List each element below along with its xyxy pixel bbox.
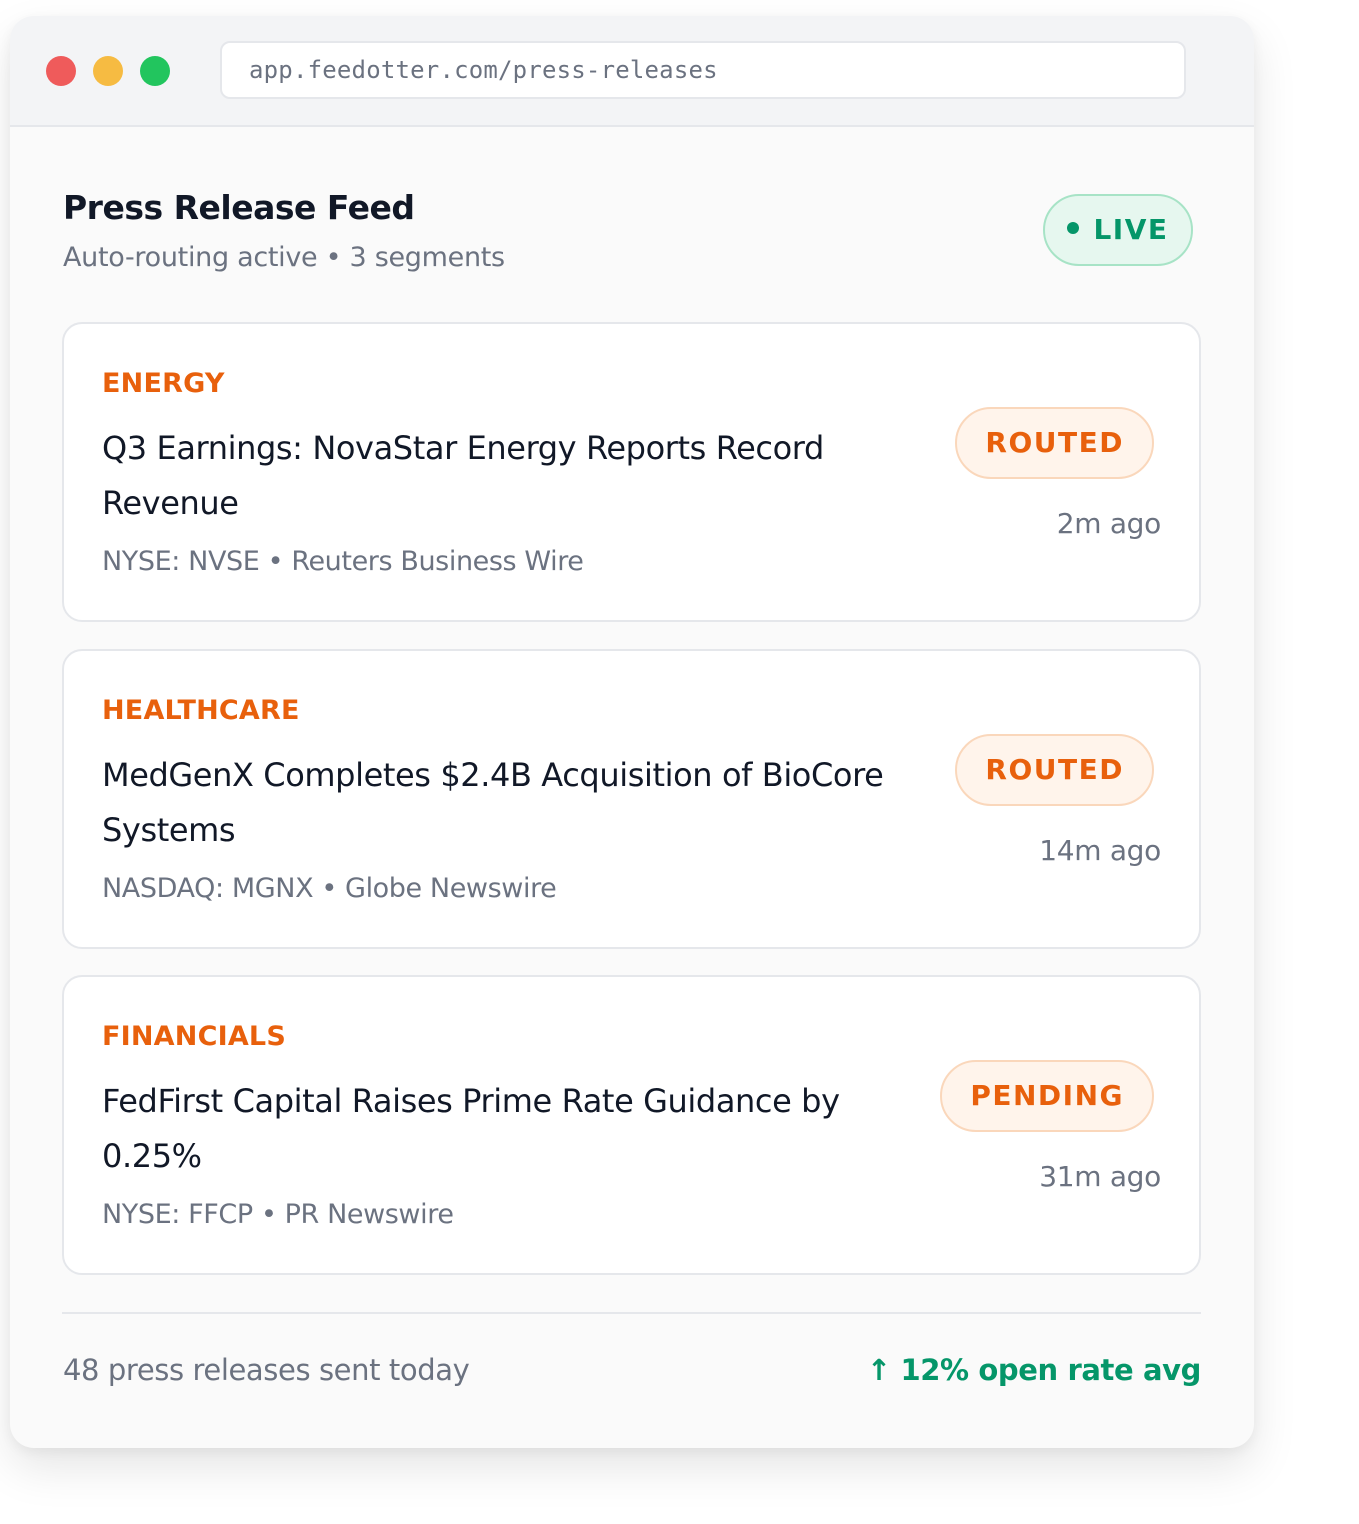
release-card[interactable]: FINANCIALS FedFirst Capital Raises Prime… (62, 975, 1201, 1275)
release-card[interactable]: ENERGY Q3 Earnings: NovaStar Energy Repo… (62, 322, 1201, 622)
browser-titlebar: app.feedotter.com/press-releases (10, 16, 1254, 127)
status-badge: PENDING (940, 1060, 1154, 1132)
release-headline[interactable]: MedGenX Completes $2.4B Acquisition of B… (102, 748, 922, 858)
sent-today-count: 48 press releases sent today (63, 1353, 470, 1387)
release-time: 14m ago (1039, 834, 1161, 867)
release-headline[interactable]: FedFirst Capital Raises Prime Rate Guida… (102, 1074, 922, 1184)
address-bar[interactable]: app.feedotter.com/press-releases (220, 41, 1186, 99)
page-title: Press Release Feed (63, 188, 415, 227)
release-meta: NYSE: FFCP • PR Newswire (102, 1199, 454, 1230)
live-dot-icon (1067, 222, 1080, 234)
open-rate-stat: ↑ 12% open rate avg (866, 1353, 1202, 1387)
release-card[interactable]: HEALTHCARE MedGenX Completes $2.4B Acqui… (62, 649, 1201, 949)
close-window-button[interactable] (46, 56, 76, 86)
release-time: 2m ago (1056, 507, 1162, 540)
page-subtitle: Auto-routing active • 3 segments (63, 242, 505, 273)
release-meta: NYSE: NVSE • Reuters Business Wire (102, 546, 584, 577)
footer-divider (62, 1312, 1201, 1314)
live-status-badge: LIVE (1043, 194, 1193, 266)
release-category: HEALTHCARE (102, 695, 300, 726)
maximize-window-button[interactable] (140, 56, 170, 86)
release-category: ENERGY (102, 368, 225, 399)
status-badge: ROUTED (955, 407, 1154, 479)
release-meta: NASDAQ: MGNX • Globe Newswire (102, 873, 557, 904)
browser-window: app.feedotter.com/press-releases Press R… (10, 16, 1254, 1448)
status-badge: ROUTED (955, 734, 1154, 806)
release-headline[interactable]: Q3 Earnings: NovaStar Energy Reports Rec… (102, 421, 922, 531)
release-time: 31m ago (1039, 1160, 1161, 1193)
release-category: FINANCIALS (102, 1021, 286, 1052)
live-label: LIVE (1093, 213, 1169, 246)
minimize-window-button[interactable] (93, 56, 123, 86)
